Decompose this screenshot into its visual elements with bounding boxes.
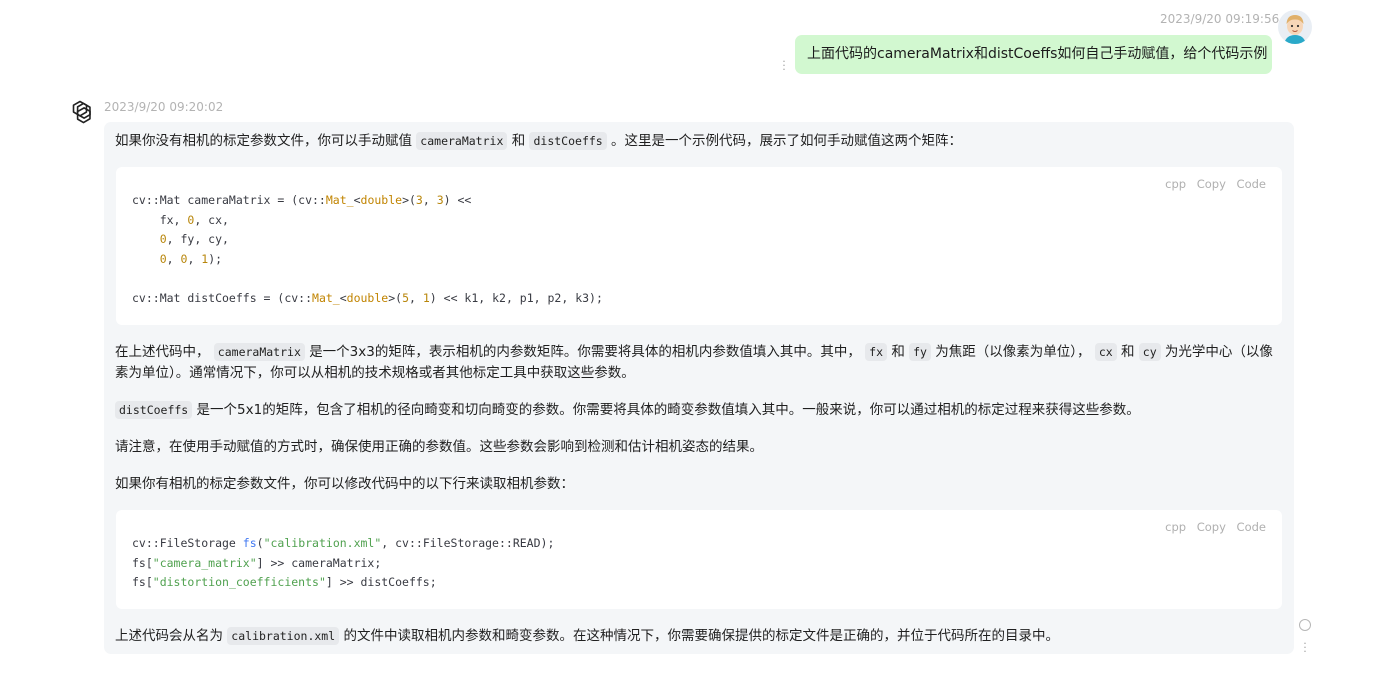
user-message-timestamp: 2023/9/20 09:19:56 bbox=[1160, 12, 1280, 26]
inline-code-fx: fx bbox=[865, 343, 888, 361]
copy-button[interactable]: Copy bbox=[1197, 520, 1226, 534]
user-message-more-icon[interactable]: · · · bbox=[781, 56, 787, 75]
code-toolbar: cpp Copy Code bbox=[1158, 520, 1266, 534]
code-button[interactable]: Code bbox=[1237, 520, 1266, 534]
inline-code-cameraMatrix: cameraMatrix bbox=[213, 343, 305, 361]
code-block-file-storage: cpp Copy Code cv::FileStorage fs("calibr… bbox=[116, 510, 1282, 609]
inline-code-cy: cy bbox=[1138, 343, 1161, 361]
code-language-label: cpp bbox=[1165, 520, 1187, 534]
inline-code-distCoeffs: distCoeffs bbox=[529, 132, 607, 150]
inline-code-calibration-xml: calibration.xml bbox=[227, 627, 340, 645]
copy-button[interactable]: Copy bbox=[1197, 177, 1226, 191]
intro-paragraph: 如果你没有相机的标定参数文件，你可以手动赋值 cameraMatrix 和 di… bbox=[115, 132, 963, 150]
regenerate-circle-icon[interactable] bbox=[1299, 619, 1311, 631]
user-avatar bbox=[1278, 10, 1312, 44]
camera-matrix-paragraph: 在上述代码中， cameraMatrix 是一个3x3的矩阵，表示相机的内参数矩… bbox=[115, 343, 1273, 381]
note-paragraph: 请注意，在使用手动赋值的方式时，确保使用正确的参数值。这些参数会影响到检测和估计… bbox=[115, 439, 763, 455]
inline-code-fy: fy bbox=[909, 343, 931, 361]
openai-logo-icon bbox=[65, 98, 95, 128]
final-paragraph: 上述代码会从名为 calibration.xml 的文件中读取相机内参数和畸变参… bbox=[115, 627, 1059, 645]
inline-code-cx: cx bbox=[1094, 343, 1117, 361]
calibration-file-paragraph: 如果你有相机的标定参数文件，你可以修改代码中的以下行来读取相机参数： bbox=[115, 476, 574, 492]
code-language-label: cpp bbox=[1165, 177, 1187, 191]
inline-code-cameraMatrix: cameraMatrix bbox=[416, 132, 508, 150]
dist-coeffs-paragraph: distCoeffs 是一个5x1的矩阵，包含了相机的径向畸变和切向畸变的参数。… bbox=[115, 400, 1285, 421]
assistant-message-timestamp: 2023/9/20 09:20:02 bbox=[104, 100, 224, 114]
code-content: cv::Mat cameraMatrix = (cv::Mat_<double>… bbox=[132, 193, 603, 305]
code-block-manual-assignment: cpp Copy Code cv::Mat cameraMatrix = (cv… bbox=[116, 167, 1282, 325]
code-toolbar: cpp Copy Code bbox=[1158, 177, 1266, 191]
inline-code-distCoeffs: distCoeffs bbox=[115, 401, 193, 419]
code-button[interactable]: Code bbox=[1237, 177, 1266, 191]
user-message-bubble: 上面代码的cameraMatrix和distCoeffs如何自己手动赋值，给个代… bbox=[795, 35, 1272, 74]
code-content: cv::FileStorage fs("calibration.xml", cv… bbox=[132, 536, 555, 590]
assistant-message-more-icon[interactable]: · · · bbox=[1302, 638, 1308, 657]
